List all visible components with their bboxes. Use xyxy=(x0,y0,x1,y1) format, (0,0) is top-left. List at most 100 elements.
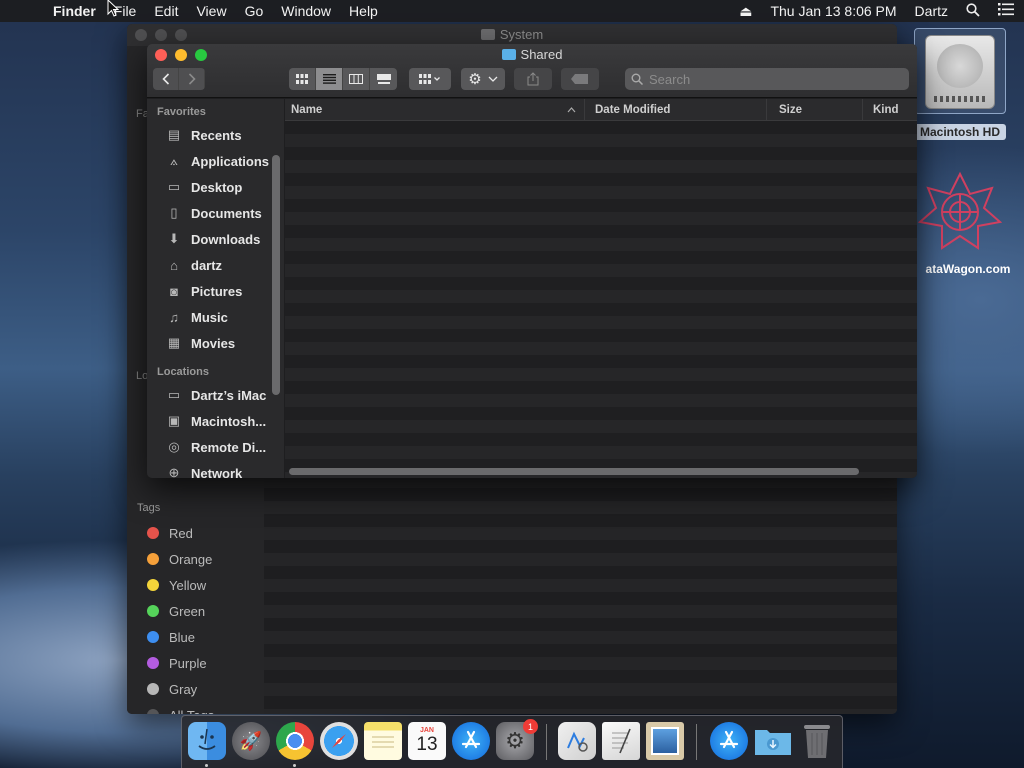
window-title-text: System xyxy=(499,27,544,42)
sidebar-item-dartz[interactable]: ⌂ dartz xyxy=(147,252,284,278)
sidebar-item-applications[interactable]: ⟑ Applications xyxy=(147,148,284,174)
window-titlebar[interactable]: System xyxy=(127,24,897,46)
file-list-area[interactable]: Name Date Modified Size Kind xyxy=(285,99,917,478)
dock-notes-icon[interactable] xyxy=(364,722,402,760)
column-name-label: Name xyxy=(291,103,323,116)
dock-system-preferences-icon[interactable]: ⚙ 1 xyxy=(496,719,538,760)
sidebar-item-recents[interactable]: ▤ Recents xyxy=(147,122,284,148)
sidebar-item-dartz-s-imac[interactable]: ▭ Dartz’s iMac xyxy=(147,382,284,408)
tag-item-gray[interactable]: Gray xyxy=(127,676,264,702)
sidebar: Favorites ▤ Recents ⟑ Applications ▭ Desktop ▯… xyxy=(147,99,284,478)
desktop-macintosh-hd-label[interactable]: Macintosh HD xyxy=(914,124,1006,140)
sidebar-item-macintosh[interactable]: ▣ Macintosh... xyxy=(147,408,284,434)
dock-directory-utility-icon[interactable] xyxy=(558,722,596,760)
notification-center-icon[interactable] xyxy=(998,3,1014,19)
menu-window[interactable]: Window xyxy=(272,3,340,19)
search-input[interactable] xyxy=(649,71,849,87)
icon-view-button[interactable] xyxy=(289,68,316,90)
sidebar-item-label: Dartz’s iMac xyxy=(191,387,267,403)
list-view-button[interactable] xyxy=(316,68,343,90)
menu-go[interactable]: Go xyxy=(236,3,273,19)
menu-clock[interactable]: Thu Jan 13 8:06 PM xyxy=(770,3,896,19)
datawagon-logo-icon[interactable] xyxy=(918,170,1002,254)
dock-app-store-download-icon[interactable] xyxy=(710,722,748,760)
dock-safari-icon[interactable] xyxy=(320,722,358,760)
disc-icon: ◎ xyxy=(168,439,180,454)
dock-separator xyxy=(696,724,697,760)
tag-label: Yellow xyxy=(169,577,207,593)
group-by-button[interactable] xyxy=(409,68,451,90)
share-button[interactable] xyxy=(514,68,552,90)
search-field[interactable] xyxy=(625,68,909,90)
menu-help[interactable]: Help xyxy=(340,3,387,19)
tag-item-red[interactable]: Red xyxy=(127,520,264,546)
menu-user[interactable]: Dartz xyxy=(915,3,948,19)
tag-item-orange[interactable]: Orange xyxy=(127,546,264,572)
sidebar-item-label: Network xyxy=(191,465,243,479)
desktop-datawagon-label[interactable]: ataWagon.com xyxy=(912,262,1024,276)
share-icon xyxy=(527,72,539,86)
sidebar-item-downloads[interactable]: ⬇ Downloads xyxy=(147,226,284,252)
dock-textedit-icon[interactable] xyxy=(602,722,640,760)
sidebar-item-pictures[interactable]: ◙ Pictures xyxy=(147,278,284,304)
dock: 🚀 JAN 13 ⚙ 1 xyxy=(181,715,843,768)
spotlight-search-icon[interactable] xyxy=(966,2,980,20)
sidebar-item-remote-di[interactable]: ◎ Remote Di... xyxy=(147,434,284,460)
music-note-icon: ♫ xyxy=(169,309,179,325)
column-header-name[interactable]: Name xyxy=(285,99,585,120)
sidebar-item-label: Applications xyxy=(191,153,270,169)
file-list-rows[interactable] xyxy=(285,121,917,478)
dock-launchpad-icon[interactable]: 🚀 xyxy=(232,722,270,760)
sidebar-item-label: Music xyxy=(191,309,228,325)
column-header-size[interactable]: Size xyxy=(767,99,863,120)
tag-item-yellow[interactable]: Yellow xyxy=(127,572,264,598)
sidebar-item-label: Documents xyxy=(191,205,262,221)
tag-color-dot-icon xyxy=(147,527,159,539)
dock-preview-icon[interactable] xyxy=(646,722,684,760)
sidebar-scrollbar[interactable] xyxy=(272,155,280,395)
column-view-button[interactable] xyxy=(343,68,370,90)
horizontal-scrollbar[interactable] xyxy=(289,468,859,475)
favorites-header: Favorites xyxy=(157,106,206,118)
sidebar-item-movies[interactable]: ▦ Movies xyxy=(147,330,284,356)
dock-finder-icon[interactable] xyxy=(188,722,226,760)
network-icon: ⊕ xyxy=(168,465,180,478)
tag-item-blue[interactable]: Blue xyxy=(127,624,264,650)
dock-chrome-icon[interactable] xyxy=(276,722,314,760)
forward-button[interactable] xyxy=(179,68,205,90)
column-header-date-modified[interactable]: Date Modified xyxy=(585,99,767,120)
window-title: Shared xyxy=(147,47,917,62)
sidebar-item-network[interactable]: ⊕ Network xyxy=(147,460,284,478)
tag-item-purple[interactable]: Purple xyxy=(127,650,264,676)
menu-view[interactable]: View xyxy=(187,3,235,19)
finder-window-shared[interactable]: Shared ⚙ Search Favorites ▤ Recents ⟑ Ap… xyxy=(147,44,917,478)
tag-color-dot-icon xyxy=(147,605,159,617)
action-gear-button[interactable]: ⚙ xyxy=(461,68,505,90)
hard-drive-icon xyxy=(925,35,995,109)
tag-icon xyxy=(571,74,588,84)
dock-calendar-icon[interactable]: JAN 13 xyxy=(408,722,446,760)
back-button[interactable] xyxy=(153,68,179,90)
menu-app-finder[interactable]: Finder xyxy=(44,3,105,19)
gallery-view-button[interactable] xyxy=(370,68,397,90)
column-header-kind[interactable]: Kind xyxy=(863,99,917,120)
menu-edit[interactable]: Edit xyxy=(145,3,187,19)
desktop-macintosh-hd-icon[interactable] xyxy=(914,28,1006,114)
tag-label: Gray xyxy=(169,681,198,697)
dock-app-store-icon[interactable] xyxy=(452,722,490,760)
sidebar-item-desktop[interactable]: ▭ Desktop xyxy=(147,174,284,200)
tag-item-all-tags[interactable]: All Tags... xyxy=(127,702,264,714)
tag-item-green[interactable]: Green xyxy=(127,598,264,624)
tags-button[interactable] xyxy=(561,68,599,90)
recents-icon: ▤ xyxy=(167,127,181,142)
sidebar-item-documents[interactable]: ▯ Documents xyxy=(147,200,284,226)
sidebar-item-music[interactable]: ♫ Music xyxy=(147,304,284,330)
tag-color-dot-icon xyxy=(147,683,159,695)
dock-downloads-folder-icon[interactable] xyxy=(754,722,792,760)
sidebar-item-label: Downloads xyxy=(191,231,261,247)
column-date-label: Date Modified xyxy=(595,103,671,116)
window-toolbar[interactable]: Shared ⚙ Search xyxy=(147,44,917,98)
eject-icon[interactable]: ⏏ xyxy=(739,3,752,20)
window-title: System xyxy=(127,27,897,42)
dock-trash-icon[interactable] xyxy=(798,722,836,760)
